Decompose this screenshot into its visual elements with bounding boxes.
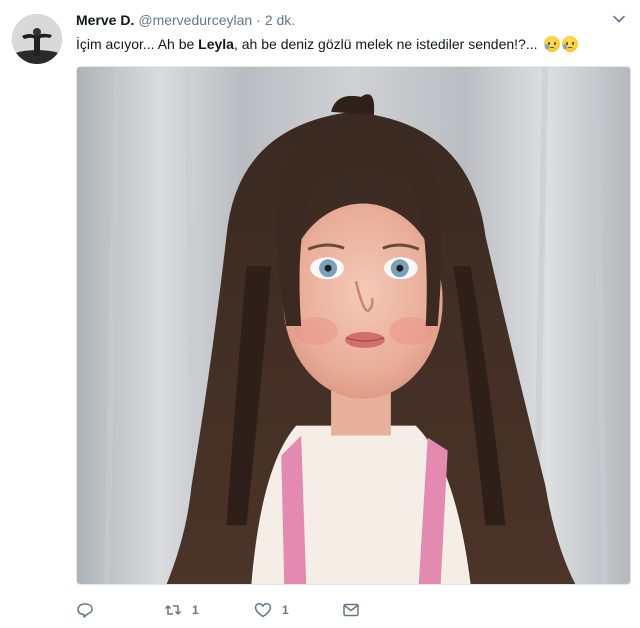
crying-face-icon — [561, 36, 578, 52]
chevron-down-icon[interactable] — [612, 12, 626, 26]
retweet-icon — [164, 605, 182, 615]
avatar-image — [12, 14, 62, 64]
tweet-text: İçim acıyor... Ah be Leyla, ah be deniz … — [76, 34, 578, 54]
user-avatar[interactable] — [12, 14, 62, 64]
tweet-text-bold: Leyla — [198, 36, 234, 52]
girl-photo-image — [77, 67, 630, 584]
direct-message-button[interactable] — [342, 601, 360, 619]
author-name[interactable]: Merve D. — [76, 12, 134, 28]
heart-icon — [254, 603, 272, 618]
retweet-count: 1 — [192, 603, 199, 617]
crying-face-icon — [543, 36, 560, 52]
like-count: 1 — [282, 603, 289, 617]
tweet-header: Merve D. @mervedurceylan · 2 dk. — [76, 12, 295, 32]
separator-dot: · — [256, 12, 261, 28]
tweet-card[interactable]: Merve D. @mervedurceylan · 2 dk. İçim ac… — [0, 0, 640, 628]
reply-button[interactable] — [76, 601, 104, 619]
tweet-photo[interactable] — [76, 66, 631, 585]
envelope-icon — [343, 603, 359, 617]
retweet-button[interactable]: 1 — [164, 601, 199, 619]
author-handle[interactable]: @mervedurceylan — [138, 12, 252, 28]
like-button[interactable]: 1 — [254, 601, 289, 619]
tweet-timestamp[interactable]: 2 dk. — [265, 12, 295, 28]
reply-icon — [77, 603, 93, 618]
tweet-text-part: , ah be deniz gözlü melek ne istediler s… — [233, 36, 538, 52]
tweet-text-part: İçim acıyor... Ah be — [76, 36, 199, 52]
